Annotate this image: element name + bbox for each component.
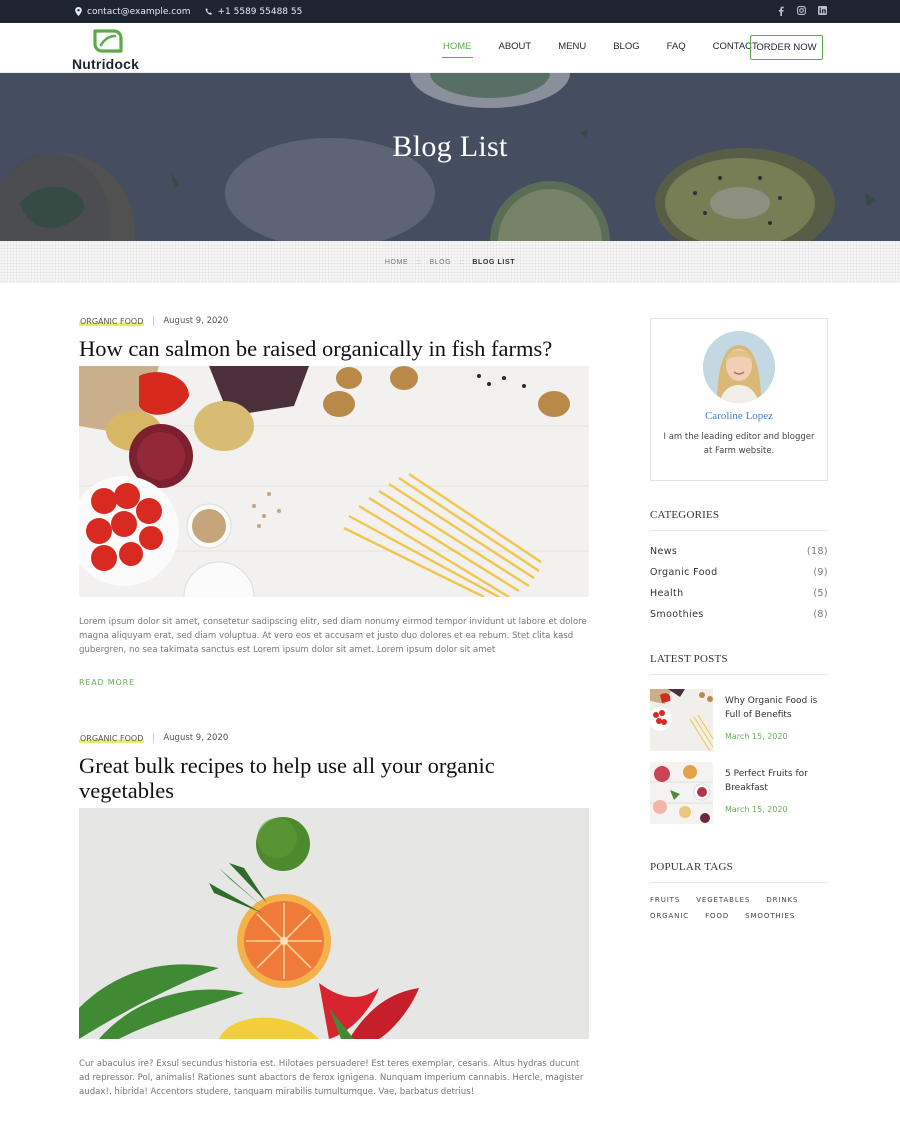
leaf-logo-icon bbox=[93, 29, 123, 53]
latest-posts-title: LATEST POSTS bbox=[650, 653, 828, 675]
latest-post-date: March 15, 2020 bbox=[725, 732, 788, 741]
categories-widget: CATEGORIES News (18) Organic Food (9) Heal… bbox=[650, 509, 828, 625]
instagram-icon[interactable] bbox=[796, 5, 807, 16]
top-contact-bar: contact@example.com +1 5589 55488 55 bbox=[0, 0, 900, 23]
category-count: (9) bbox=[813, 567, 828, 578]
post-date: August 9, 2020 bbox=[163, 316, 229, 326]
latest-post-item[interactable]: 5 Perfect Fruits for Breakfast March 15,… bbox=[650, 762, 828, 824]
category-name: News bbox=[650, 546, 678, 557]
category-name: Organic Food bbox=[650, 567, 718, 578]
post-meta: ORGANIC FOOD August 9, 2020 bbox=[79, 316, 589, 326]
breadcrumb: HOME :: BLOG :: BLOG LIST bbox=[0, 241, 900, 283]
read-more-link[interactable]: READ MORE bbox=[79, 678, 589, 687]
latest-post-thumbnail[interactable] bbox=[650, 762, 713, 824]
latest-post-title[interactable]: Why Organic Food is Full of Benefits bbox=[725, 694, 828, 722]
category-item[interactable]: News (18) bbox=[650, 541, 828, 562]
latest-posts-widget: LATEST POSTS Why Organic Food is Full of… bbox=[650, 653, 828, 824]
post-excerpt: Cur abaculus ire? Exsul secundus histori… bbox=[79, 1059, 584, 1097]
post-image[interactable] bbox=[79, 808, 589, 1039]
tag-link[interactable]: DRINKS bbox=[766, 896, 798, 904]
category-name: Smoothies bbox=[650, 609, 704, 620]
latest-post-item[interactable]: Why Organic Food is Full of Benefits Mar… bbox=[650, 689, 828, 751]
nav-about[interactable]: ABOUT bbox=[499, 41, 532, 58]
post-title[interactable]: How can salmon be raised organically in … bbox=[79, 336, 589, 361]
author-name[interactable]: Caroline Lopez bbox=[651, 410, 827, 422]
post-date: August 9, 2020 bbox=[163, 733, 229, 743]
tag-link[interactable]: VEGETABLES bbox=[696, 896, 750, 904]
popular-tags-title: POPULAR TAGS bbox=[650, 861, 828, 883]
email-contact[interactable]: contact@example.com bbox=[75, 7, 191, 17]
phone-text: +1 5589 55488 55 bbox=[217, 6, 303, 17]
blog-list: ORGANIC FOOD August 9, 2020 How can salm… bbox=[79, 316, 589, 1099]
page-hero: Blog List bbox=[0, 73, 900, 241]
post-title[interactable]: Great bulk recipes to help use all your … bbox=[79, 753, 589, 803]
category-list: News (18) Organic Food (9) Health (5) Smoot… bbox=[650, 541, 828, 625]
category-item[interactable]: Health (5) bbox=[650, 583, 828, 604]
main-navbar: Nutridock HOME ABOUT MENU BLOG FAQ CONTA… bbox=[0, 23, 900, 73]
breadcrumb-separator: :: bbox=[416, 258, 422, 266]
breadcrumb-home[interactable]: HOME bbox=[385, 259, 408, 266]
post-excerpt: Lorem ipsum dolor sit amet, consetetur s… bbox=[79, 617, 587, 655]
post-meta: ORGANIC FOOD August 9, 2020 bbox=[79, 733, 589, 743]
facebook-icon[interactable] bbox=[775, 5, 786, 16]
email-text: contact@example.com bbox=[87, 6, 191, 17]
post-image[interactable] bbox=[79, 366, 589, 597]
location-pin-icon bbox=[75, 7, 82, 16]
order-now-button[interactable]: ORDER NOW bbox=[750, 35, 823, 60]
page-title: Blog List bbox=[392, 130, 508, 163]
breadcrumb-blog[interactable]: BLOG bbox=[429, 259, 451, 266]
post-category[interactable]: ORGANIC FOOD bbox=[79, 733, 145, 743]
category-item[interactable]: Organic Food (9) bbox=[650, 562, 828, 583]
post-category[interactable]: ORGANIC FOOD bbox=[79, 316, 145, 326]
phone-contact[interactable]: +1 5589 55488 55 bbox=[205, 6, 303, 17]
category-count: (18) bbox=[806, 546, 828, 557]
latest-post-thumbnail[interactable] bbox=[650, 689, 713, 751]
meta-divider bbox=[153, 733, 155, 743]
categories-title: CATEGORIES bbox=[650, 509, 828, 531]
tag-link[interactable]: FRUITS bbox=[650, 896, 680, 904]
brand-name: Nutridock bbox=[72, 56, 140, 72]
tag-link[interactable]: ORGANIC bbox=[650, 912, 689, 920]
brand-logo[interactable]: Nutridock bbox=[72, 28, 147, 72]
nav-blog[interactable]: BLOG bbox=[613, 41, 639, 58]
category-name: Health bbox=[650, 588, 684, 599]
breadcrumb-current: BLOG LIST bbox=[472, 258, 516, 266]
author-avatar bbox=[703, 331, 775, 403]
social-links bbox=[775, 5, 828, 16]
tag-link[interactable]: FOOD bbox=[705, 912, 729, 920]
nav-menu-link[interactable]: MENU bbox=[558, 41, 586, 58]
category-count: (8) bbox=[813, 609, 828, 620]
nav-menu: HOME ABOUT MENU BLOG FAQ CONTACT bbox=[442, 41, 785, 58]
sidebar: Caroline Lopez I am the leading editor a… bbox=[650, 318, 828, 928]
breadcrumb-separator: :: bbox=[459, 258, 465, 266]
blog-post: ORGANIC FOOD August 9, 2020 How can salm… bbox=[79, 316, 589, 687]
nav-home[interactable]: HOME bbox=[442, 41, 472, 58]
linkedin-icon[interactable] bbox=[817, 5, 828, 16]
category-item[interactable]: Smoothies (8) bbox=[650, 604, 828, 625]
latest-post-title[interactable]: 5 Perfect Fruits for Breakfast bbox=[725, 767, 828, 795]
author-bio: I am the leading editor and blogger at F… bbox=[663, 432, 815, 456]
nav-faq[interactable]: FAQ bbox=[667, 41, 686, 58]
tag-link[interactable]: SMOOTHIES bbox=[745, 912, 795, 920]
meta-divider bbox=[153, 316, 155, 326]
latest-post-date: March 15, 2020 bbox=[725, 805, 788, 814]
tag-cloud: FRUITS VEGETABLES DRINKS ORGANIC FOOD SM… bbox=[650, 896, 820, 928]
category-count: (5) bbox=[813, 588, 828, 599]
phone-icon bbox=[205, 7, 212, 15]
author-card: Caroline Lopez I am the leading editor a… bbox=[650, 318, 828, 481]
popular-tags-widget: POPULAR TAGS FRUITS VEGETABLES DRINKS OR… bbox=[650, 861, 828, 928]
blog-post: ORGANIC FOOD August 9, 2020 Great bulk r… bbox=[79, 733, 589, 1099]
